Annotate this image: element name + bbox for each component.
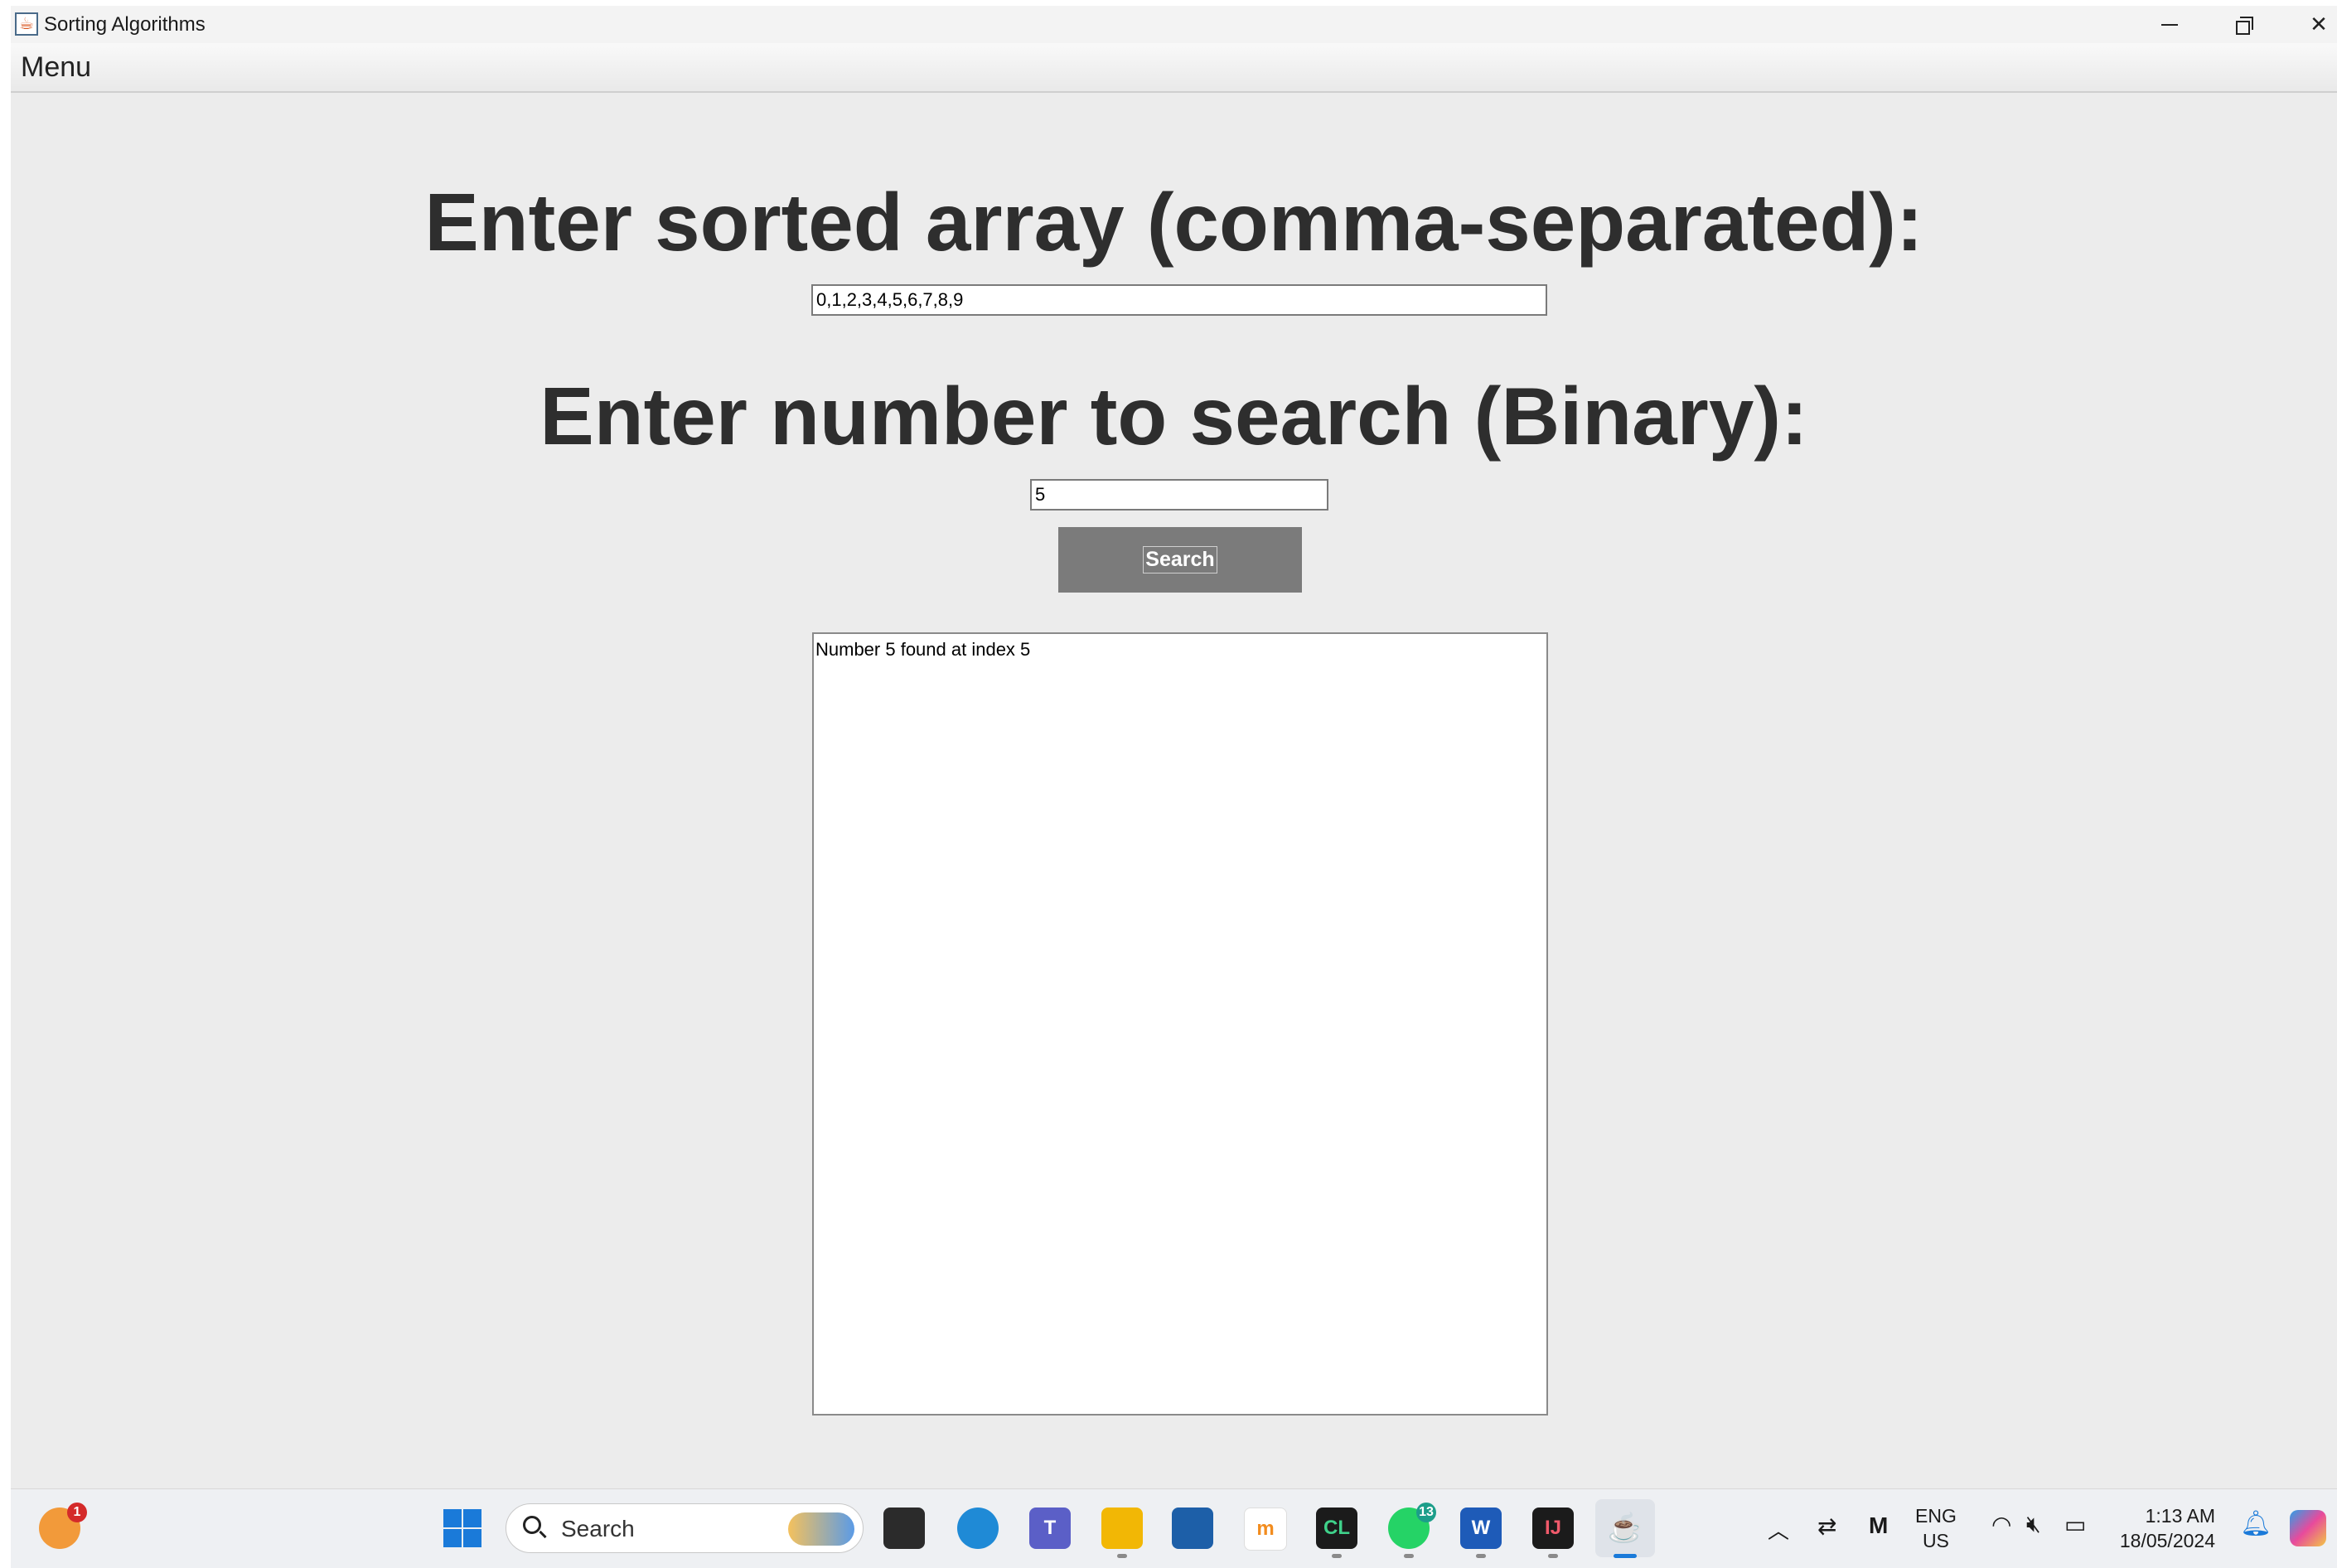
search-button[interactable]: Search xyxy=(1058,527,1302,593)
clock[interactable]: 1:13 AM 18/05/2024 xyxy=(2116,1503,2215,1553)
menu-bar: Menu xyxy=(11,43,2337,93)
weather-badge: 1 xyxy=(67,1503,87,1522)
running-indicator xyxy=(1548,1554,1558,1558)
clion-label: CL xyxy=(1323,1517,1350,1539)
java-icon: ☕ xyxy=(1607,1512,1643,1544)
running-indicator xyxy=(1476,1554,1486,1558)
start-button[interactable] xyxy=(442,1508,483,1549)
whatsapp-badge: 13 xyxy=(1416,1503,1436,1522)
windows-logo-icon xyxy=(463,1529,481,1547)
restore-icon xyxy=(2236,16,2253,35)
search-highlight-icon xyxy=(788,1512,854,1546)
settings-toggle-icon[interactable]: ⇄ xyxy=(1817,1512,1836,1540)
minimize-button[interactable] xyxy=(2132,6,2207,43)
region-code: US xyxy=(1922,1530,1949,1551)
active-indicator xyxy=(1614,1554,1637,1558)
teams-label: T xyxy=(1043,1517,1057,1539)
result-text: Number 5 found at index 5 xyxy=(815,639,1031,660)
java-app-taskbar-button[interactable]: ☕ xyxy=(1595,1499,1655,1557)
search-icon xyxy=(523,1516,541,1534)
language-code: ENG xyxy=(1915,1505,1957,1527)
moodle-icon[interactable]: m xyxy=(1244,1508,1287,1551)
array-label: Enter sorted array (comma-separated): xyxy=(424,177,1923,268)
app-window: ☕ Sorting Algorithms ✕ Menu Enter sorted… xyxy=(11,6,2337,1488)
whatsapp-icon[interactable]: 13 xyxy=(1388,1503,1436,1549)
number-input[interactable] xyxy=(1030,479,1328,511)
copilot-icon[interactable] xyxy=(2290,1510,2326,1546)
language-indicator[interactable]: ENG US xyxy=(1915,1503,1957,1553)
clock-date: 18/05/2024 xyxy=(2119,1530,2215,1551)
clion-icon[interactable]: CL xyxy=(1316,1508,1357,1549)
running-indicator xyxy=(1117,1554,1127,1558)
array-input[interactable] xyxy=(811,284,1547,316)
battery-icon[interactable]: ▭ xyxy=(2064,1511,2086,1538)
windows-logo-icon xyxy=(443,1529,462,1547)
chevron-up-icon[interactable]: ︿ xyxy=(1768,1514,1789,1545)
java-icon: ☕ xyxy=(15,12,38,36)
search-button-label: Search xyxy=(1143,546,1217,573)
volume-muted-icon[interactable]: 🔇︎ xyxy=(2026,1511,2041,1538)
task-view-icon[interactable] xyxy=(883,1508,925,1549)
window-title: Sorting Algorithms xyxy=(44,13,206,36)
windows-logo-icon xyxy=(443,1509,462,1527)
teams-icon[interactable]: T xyxy=(1029,1508,1071,1549)
intellij-icon[interactable]: IJ xyxy=(1532,1508,1574,1549)
maximize-button[interactable] xyxy=(2207,6,2281,43)
taskbar: 1 Search T m CL 13 W IJ ☕ ︿ ⇄ M ENG US ◠… xyxy=(11,1488,2337,1568)
edge-icon[interactable] xyxy=(957,1508,999,1549)
word-label: W xyxy=(1471,1517,1491,1539)
file-explorer-icon[interactable] xyxy=(1101,1508,1143,1549)
running-indicator xyxy=(1404,1554,1414,1558)
weather-widget-icon[interactable]: 1 xyxy=(39,1503,87,1549)
taskbar-search-placeholder: Search xyxy=(561,1516,635,1541)
notification-bell-icon[interactable]: 🔔︎ xyxy=(2240,1509,2272,1538)
close-button[interactable]: ✕ xyxy=(2281,6,2337,43)
windows-logo-icon xyxy=(463,1509,481,1527)
menu-item[interactable]: Menu xyxy=(21,51,91,84)
intellij-label: IJ xyxy=(1544,1517,1561,1539)
clock-time: 1:13 AM xyxy=(2145,1505,2215,1527)
minimize-icon xyxy=(2161,23,2178,26)
title-bar[interactable]: ☕ Sorting Algorithms ✕ xyxy=(11,6,2337,43)
result-text-area[interactable]: Number 5 found at index 5 xyxy=(812,632,1548,1416)
taskbar-search-box[interactable]: Search xyxy=(506,1503,864,1553)
word-icon[interactable]: W xyxy=(1460,1508,1502,1549)
moodle-label: m xyxy=(1256,1517,1275,1540)
microsoft-store-icon[interactable] xyxy=(1172,1508,1213,1549)
running-indicator xyxy=(1332,1554,1342,1558)
wifi-icon[interactable]: ◠ xyxy=(1991,1511,2011,1538)
app-tray-icon[interactable]: M xyxy=(1869,1512,1888,1539)
close-icon: ✕ xyxy=(2310,12,2328,37)
search-number-label: Enter number to search (Binary): xyxy=(539,370,1808,462)
